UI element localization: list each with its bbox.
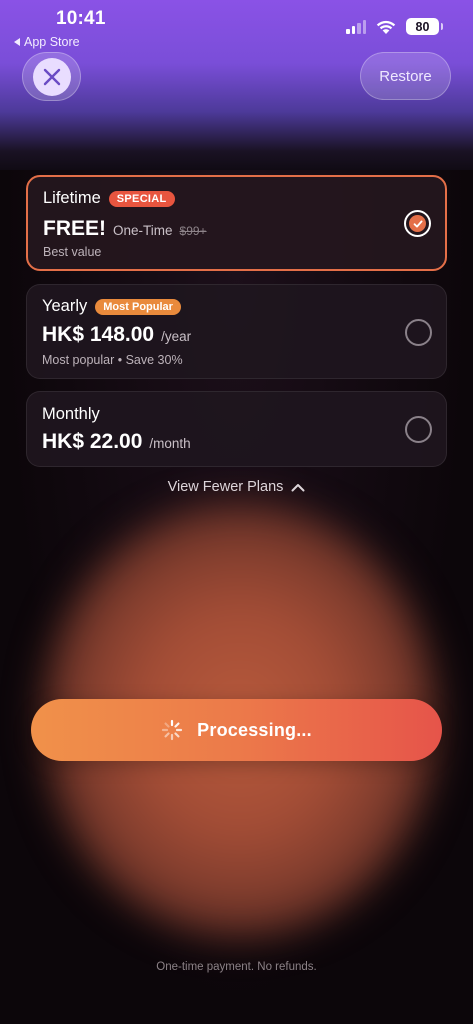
plan-name: Monthly — [42, 405, 100, 423]
processing-label: Processing... — [197, 719, 312, 740]
plan-card-yearly[interactable]: Yearly Most Popular HK$ 148.00 /year Mos… — [26, 284, 447, 379]
plan-radio-selected[interactable] — [404, 210, 431, 237]
plan-price: FREE! — [43, 217, 106, 240]
price-row: FREE! One-Time $99+ — [43, 217, 207, 241]
plan-name: Lifetime — [43, 189, 101, 207]
plan-header: Yearly Most Popular — [42, 297, 181, 316]
plan-price: HK$ 22.00 — [42, 430, 143, 453]
price-suffix: /year — [161, 329, 192, 344]
plan-name: Yearly — [42, 297, 88, 315]
price-row: HK$ 148.00 /year — [42, 323, 191, 347]
status-icons: 80 — [346, 18, 443, 35]
back-to-app-store[interactable]: App Store — [14, 35, 80, 49]
plan-radio[interactable] — [405, 416, 432, 443]
plan-header: Monthly — [42, 405, 100, 424]
chevron-up-icon — [291, 483, 305, 491]
footer-disclaimer: One-time payment. No refunds. — [156, 961, 317, 973]
plan-card-lifetime[interactable]: Lifetime SPECIAL FREE! One-Time $99+ Bes… — [26, 175, 447, 271]
plan-price: HK$ 148.00 — [42, 323, 155, 346]
special-badge: SPECIAL — [108, 190, 175, 207]
cellular-signal-icon — [346, 19, 366, 34]
spinner-icon — [162, 719, 183, 741]
back-label: App Store — [24, 35, 80, 49]
plan-card-monthly[interactable]: Monthly HK$ 22.00 /month — [26, 391, 447, 467]
most-popular-badge: Most Popular — [95, 298, 181, 315]
restore-button[interactable]: Restore — [360, 52, 451, 100]
close-x-icon — [43, 68, 60, 85]
price-row: HK$ 22.00 /month — [42, 430, 191, 454]
plan-header: Lifetime SPECIAL — [43, 189, 175, 208]
original-price: $99+ — [179, 224, 207, 238]
back-arrow-icon — [14, 38, 20, 46]
plan-radio[interactable] — [405, 319, 432, 346]
close-button[interactable] — [22, 52, 81, 101]
plan-subtitle: Best value — [43, 245, 102, 259]
close-button-inner — [32, 57, 71, 96]
check-icon — [409, 215, 426, 232]
view-fewer-plans-link[interactable]: View Fewer Plans — [0, 479, 473, 495]
plan-subtitle: Most popular • Save 30% — [42, 353, 183, 367]
wifi-icon — [376, 20, 396, 34]
view-fewer-label: View Fewer Plans — [167, 479, 284, 495]
battery-indicator: 80 — [406, 18, 443, 35]
price-suffix: One-Time — [113, 223, 173, 238]
processing-button[interactable]: Processing... — [31, 699, 442, 761]
price-suffix: /month — [149, 436, 191, 451]
status-time: 10:41 — [56, 8, 106, 29]
